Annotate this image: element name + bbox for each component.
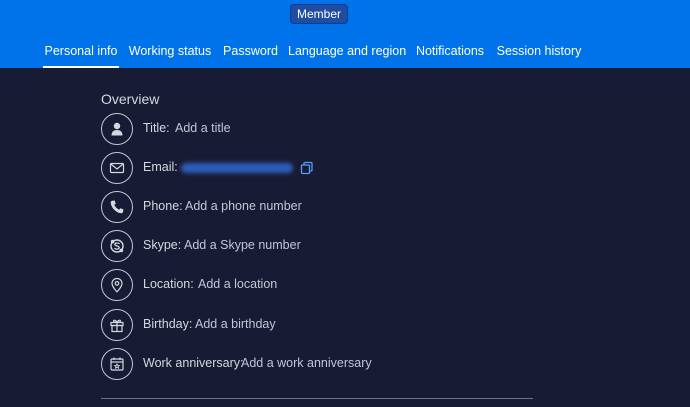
add-skype-link[interactable]: Add a Skype number: [184, 238, 301, 252]
tab-notifications[interactable]: Notifications: [412, 38, 488, 68]
work-anniversary-label: Work anniversary:: [143, 356, 244, 370]
location-pin-icon: [101, 269, 133, 301]
section-divider: [101, 398, 533, 399]
birthday-row: Birthday: Add a birthday: [101, 309, 521, 341]
calendar-icon: [101, 348, 133, 380]
title-row: Title: Add a title: [101, 113, 521, 145]
email-row: Email:: [101, 152, 521, 184]
email-label: Email:: [143, 160, 178, 174]
top-header: Member Personal info Working status Pass…: [0, 0, 690, 68]
member-badge: Member: [290, 4, 349, 24]
phone-label: Phone:: [143, 199, 183, 213]
tab-personal-info[interactable]: Personal info: [43, 38, 119, 68]
location-row: Location: Add a location: [101, 269, 521, 301]
tab-language-and-region[interactable]: Language and region: [288, 38, 406, 68]
birthday-label: Birthday:: [143, 317, 193, 331]
add-birthday-link[interactable]: Add a birthday: [195, 317, 276, 331]
person-icon: [101, 113, 133, 145]
location-label: Location:: [143, 277, 194, 291]
skype-icon: [101, 230, 133, 262]
add-location-link[interactable]: Add a location: [198, 277, 277, 291]
skype-label: Skype:: [143, 238, 182, 252]
title-label: Title:: [143, 121, 170, 135]
copy-icon[interactable]: [300, 161, 314, 175]
tab-session-history[interactable]: Session history: [496, 38, 582, 68]
add-phone-link[interactable]: Add a phone number: [185, 199, 302, 213]
email-value-blurred[interactable]: [181, 163, 293, 173]
work-anniversary-row: Work anniversary: Add a work anniversary: [101, 348, 521, 380]
gift-icon: [101, 309, 133, 341]
tab-password[interactable]: Password: [221, 38, 280, 68]
envelope-icon: [101, 152, 133, 184]
tab-working-status[interactable]: Working status: [127, 38, 213, 68]
phone-row: Phone: Add a phone number: [101, 191, 521, 223]
add-work-anniversary-link[interactable]: Add a work anniversary: [241, 356, 372, 370]
phone-icon: [101, 191, 133, 223]
profile-tabs: Personal info Working status Password La…: [0, 38, 690, 68]
overview-title: Overview: [101, 91, 160, 107]
add-title-link[interactable]: Add a title: [175, 121, 231, 135]
skype-row: Skype: Add a Skype number: [101, 230, 521, 262]
